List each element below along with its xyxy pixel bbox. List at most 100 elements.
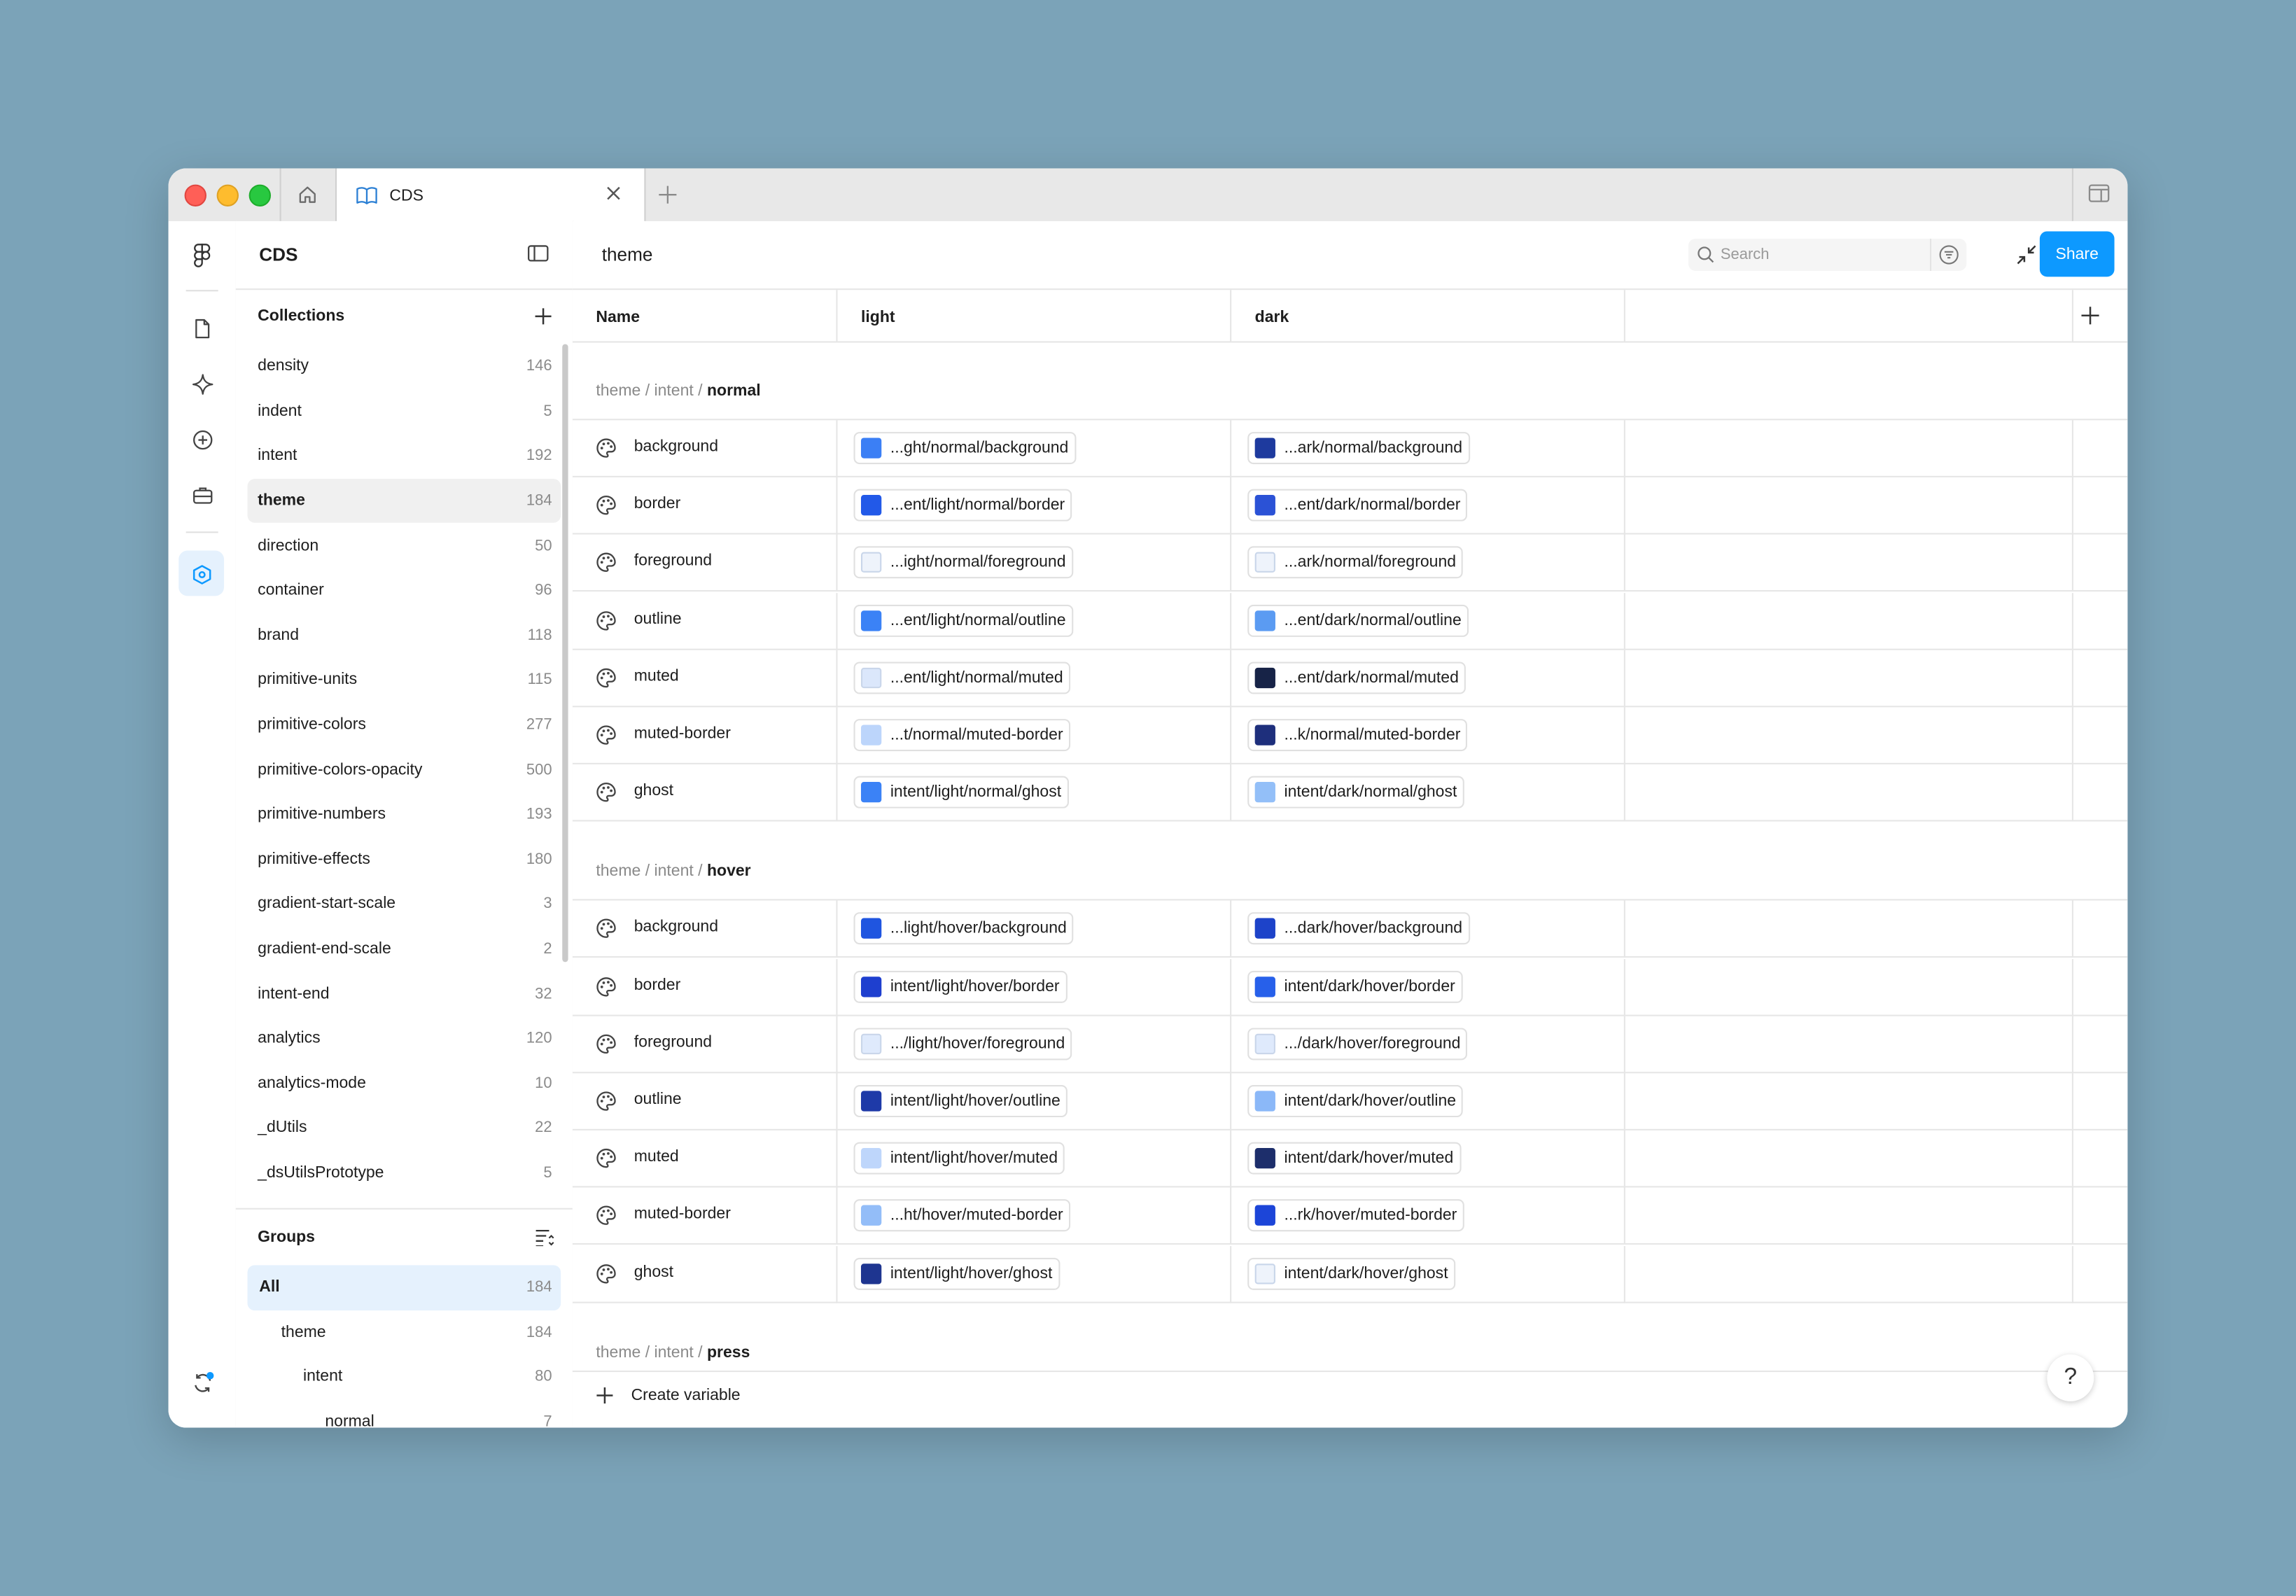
add-collection-plus-icon[interactable]	[535, 307, 552, 325]
collection-item[interactable]: density 146	[248, 344, 561, 389]
sidebar-toggle-icon[interactable]	[527, 244, 549, 262]
window-layout-icon[interactable]	[2088, 183, 2110, 203]
variable-name[interactable]: outline	[634, 610, 682, 627]
variable-row[interactable]: background ...light/hover/background ...da…	[572, 901, 2128, 958]
variable-name[interactable]: muted-border	[634, 724, 731, 742]
alias-chip-light[interactable]: ...light/hover/background	[853, 913, 1074, 946]
filter-icon[interactable]	[1939, 244, 1959, 265]
alias-chip-light[interactable]: .../light/hover/foreground	[853, 1028, 1072, 1060]
column-header-light[interactable]: light	[861, 309, 895, 326]
minimize-window-button[interactable]	[216, 184, 239, 206]
alias-chip-light[interactable]: intent/light/hover/outline	[853, 1085, 1068, 1118]
collection-item[interactable]: primitive-colors-opacity 500	[248, 748, 561, 792]
add-column-plus-icon[interactable]	[2080, 306, 2099, 325]
alias-chip-dark[interactable]: ...ark/normal/foreground	[1247, 547, 1464, 580]
alias-chip-dark[interactable]: ...rk/hover/muted-border	[1247, 1200, 1464, 1233]
alias-chip-dark[interactable]: intent/dark/hover/ghost	[1247, 1257, 1456, 1290]
variable-name[interactable]: muted	[634, 1148, 679, 1166]
new-tab-plus-icon[interactable]	[657, 185, 678, 205]
collection-item[interactable]: gradient-start-scale 3	[248, 882, 561, 927]
variable-row[interactable]: muted-border ...t/normal/muted-border ...k…	[572, 707, 2128, 764]
collection-item[interactable]: primitive-effects 180	[248, 837, 561, 882]
alias-chip-dark[interactable]: ...ark/normal/background	[1247, 432, 1470, 465]
alias-chip-light[interactable]: ...t/normal/muted-border	[853, 719, 1071, 752]
group-item[interactable]: theme 184	[248, 1310, 561, 1354]
collection-item[interactable]: primitive-numbers 193	[248, 792, 561, 837]
alias-chip-dark[interactable]: intent/dark/hover/outline	[1247, 1085, 1464, 1118]
alias-chip-dark[interactable]: ...ent/dark/normal/muted	[1247, 662, 1466, 694]
collection-item[interactable]: gradient-end-scale 2	[248, 927, 561, 972]
home-tab[interactable]	[280, 169, 335, 221]
alias-chip-dark[interactable]: intent/dark/hover/muted	[1247, 1142, 1461, 1175]
collection-item[interactable]: analytics-mode 10	[248, 1061, 561, 1106]
alias-chip-dark[interactable]: ...ent/dark/normal/outline	[1247, 604, 1469, 637]
collection-item[interactable]: _dUtils 22	[248, 1106, 561, 1151]
alias-chip-dark[interactable]: .../dark/hover/foreground	[1247, 1028, 1468, 1060]
alias-chip-dark[interactable]: ...ent/dark/normal/border	[1247, 489, 1468, 522]
variables-hexagon-icon[interactable]	[189, 561, 216, 587]
alias-chip-dark[interactable]: intent/dark/hover/border	[1247, 970, 1463, 1003]
alias-chip-light[interactable]: intent/light/hover/ghost	[853, 1257, 1060, 1290]
variable-name[interactable]: muted	[634, 667, 679, 685]
variable-name[interactable]: border	[634, 495, 681, 512]
search-box[interactable]	[1688, 238, 1967, 271]
collection-item[interactable]: intent-end 32	[248, 972, 561, 1016]
share-button[interactable]: Share	[2039, 231, 2115, 277]
group-item[interactable]: All 184	[247, 1265, 561, 1310]
figma-logo-icon[interactable]	[189, 241, 216, 268]
close-window-button[interactable]	[184, 184, 206, 206]
file-icon[interactable]	[189, 315, 216, 342]
collection-item[interactable]: brand 118	[248, 613, 561, 658]
variable-row[interactable]: border intent/light/hover/border intent/da…	[572, 958, 2128, 1016]
variable-name[interactable]: foreground	[634, 1033, 712, 1051]
document-tab[interactable]: CDS	[337, 168, 645, 223]
variable-row[interactable]: border ...ent/light/normal/border ...ent/d…	[572, 477, 2128, 535]
collapse-icon[interactable]	[2016, 244, 2036, 265]
variable-row[interactable]: foreground ...ight/normal/foreground ...ar…	[572, 535, 2128, 592]
alias-chip-dark[interactable]: ...dark/hover/background	[1247, 913, 1470, 946]
variable-row[interactable]: foreground .../light/hover/foreground .../…	[572, 1016, 2128, 1073]
group-item[interactable]: normal 7	[248, 1399, 561, 1428]
sort-groups-icon[interactable]	[535, 1228, 555, 1247]
variable-row[interactable]: background ...ght/normal/background ...ark…	[572, 420, 2128, 477]
variable-name[interactable]: ghost	[634, 782, 673, 799]
variable-name[interactable]: foreground	[634, 552, 712, 570]
alias-chip-light[interactable]: intent/light/normal/ghost	[853, 776, 1069, 809]
toolbox-icon[interactable]	[189, 482, 216, 508]
variable-row[interactable]: outline ...ent/light/normal/outline ...ent…	[572, 592, 2128, 650]
collection-item[interactable]: theme 184	[247, 478, 561, 524]
column-header-dark[interactable]: dark	[1255, 309, 1289, 326]
alias-chip-light[interactable]: ...ht/hover/muted-border	[853, 1200, 1071, 1233]
variable-row[interactable]: ghost intent/light/normal/ghost intent/dar…	[572, 764, 2128, 822]
close-icon[interactable]	[605, 185, 622, 202]
alias-chip-light[interactable]: ...ent/light/normal/muted	[853, 662, 1071, 694]
collection-item[interactable]: container 96	[248, 568, 561, 613]
add-circle-icon[interactable]	[189, 426, 216, 453]
variable-row[interactable]: muted-border ...ht/hover/muted-border ...r…	[572, 1188, 2128, 1245]
collection-item[interactable]: analytics 120	[248, 1016, 561, 1061]
collection-item[interactable]: indent 5	[248, 389, 561, 434]
alias-chip-light[interactable]: ...ent/light/normal/outline	[853, 604, 1073, 637]
collection-item[interactable]: primitive-colors 277	[248, 703, 561, 748]
maximize-window-button[interactable]	[248, 184, 271, 206]
alias-chip-light[interactable]: intent/light/hover/muted	[853, 1142, 1065, 1175]
alias-chip-dark[interactable]: intent/dark/normal/ghost	[1247, 776, 1464, 809]
variable-row[interactable]: muted ...ent/light/normal/muted ...ent/dar…	[572, 650, 2128, 707]
variable-name[interactable]: border	[634, 976, 681, 993]
search-input[interactable]	[1720, 243, 1926, 267]
variable-name[interactable]: background	[634, 918, 718, 936]
group-item[interactable]: intent 80	[248, 1354, 561, 1399]
collection-item[interactable]: primitive-units 115	[248, 658, 561, 703]
collection-item[interactable]: _dsUtilsPrototype 5	[248, 1151, 561, 1196]
variable-name[interactable]: muted-border	[634, 1205, 731, 1223]
alias-chip-light[interactable]: ...ight/normal/foreground	[853, 547, 1073, 580]
alias-chip-light[interactable]: intent/light/hover/border	[853, 970, 1068, 1003]
ai-sparkle-icon[interactable]	[189, 370, 216, 397]
variable-name[interactable]: ghost	[634, 1263, 673, 1280]
collections-scrollbar[interactable]	[562, 344, 568, 962]
collection-item[interactable]: intent 192	[248, 434, 561, 479]
collection-item[interactable]: direction 50	[248, 524, 561, 568]
variable-name[interactable]: outline	[634, 1091, 682, 1108]
alias-chip-light[interactable]: ...ent/light/normal/border	[853, 489, 1072, 522]
alias-chip-dark[interactable]: ...k/normal/muted-border	[1247, 719, 1468, 752]
